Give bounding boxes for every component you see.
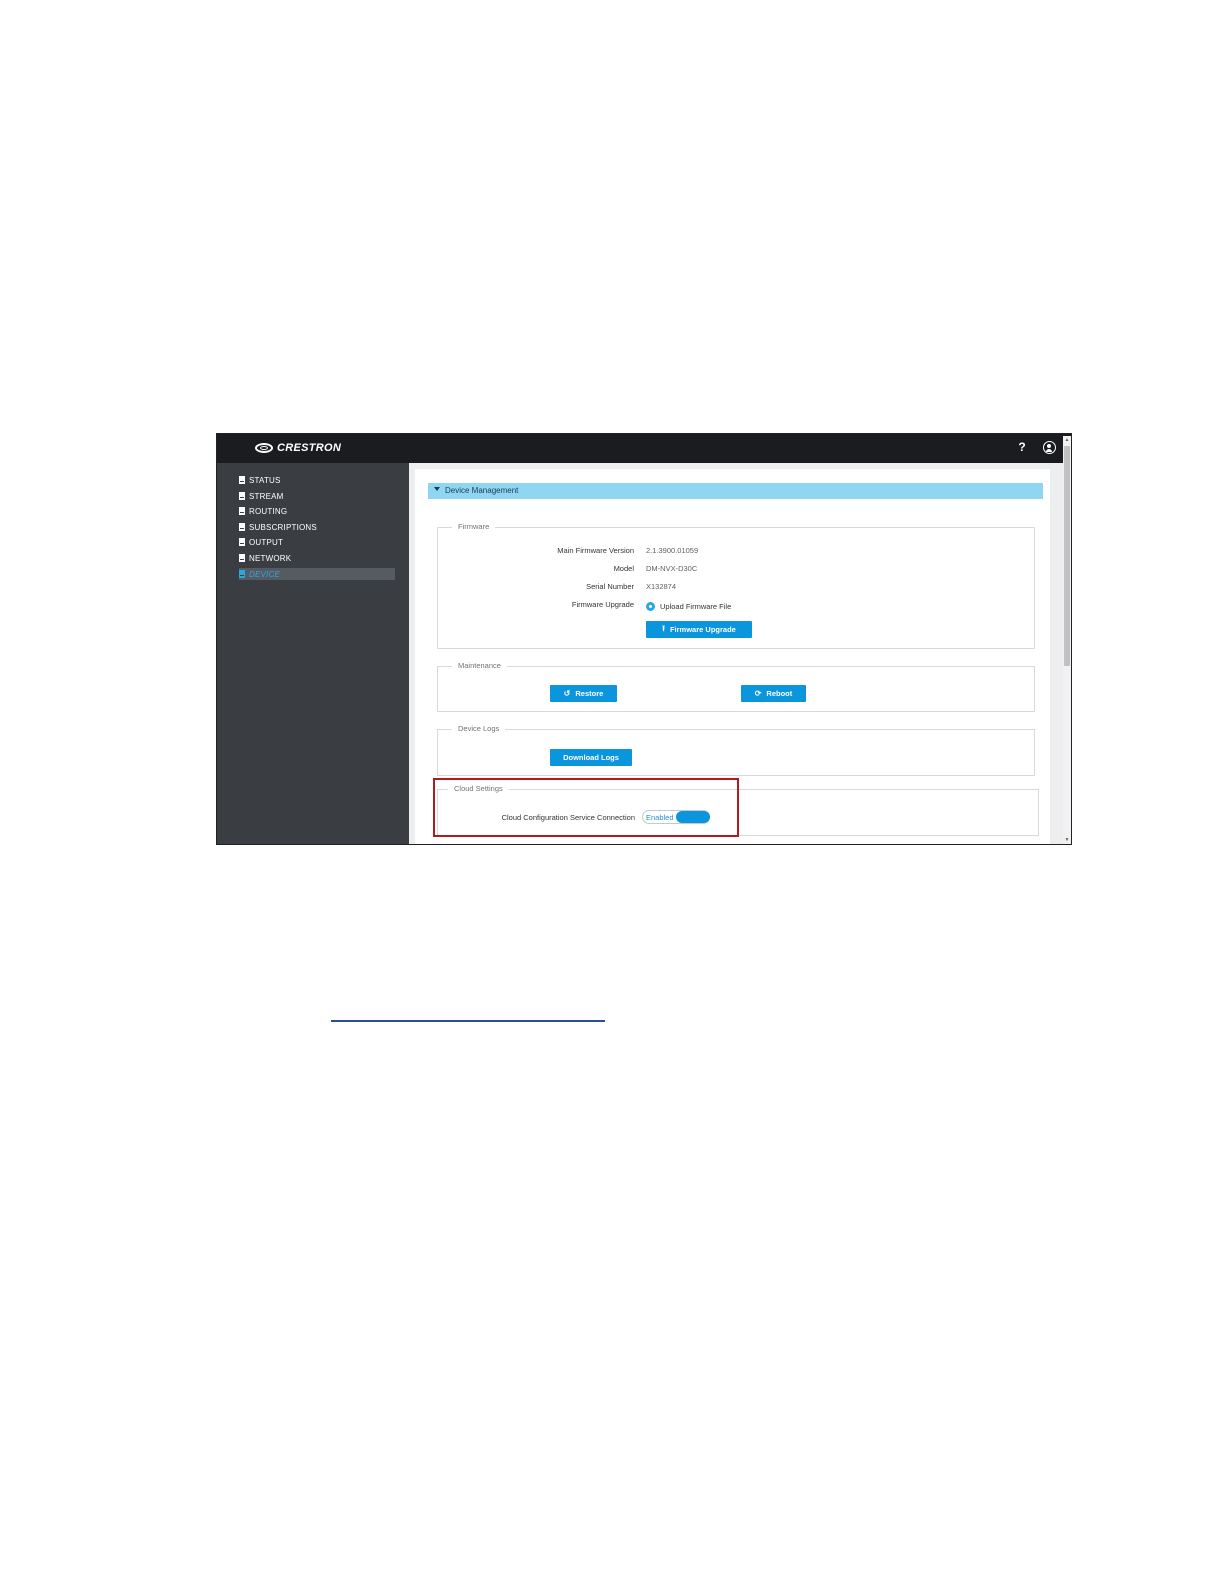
sidebar-item-routing[interactable]: ROUTING (239, 505, 287, 517)
button-label: Download Logs (563, 753, 619, 762)
document-link-underline[interactable] (331, 1020, 605, 1022)
model-label: Model (613, 564, 634, 573)
caret-down-icon (434, 487, 440, 491)
button-label: Firmware Upgrade (669, 625, 736, 634)
sidebar-item-label: OUTPUT (249, 537, 284, 547)
page-icon (239, 507, 245, 515)
sidebar: STATUS STREAM ROUTING SUBSCRIPTIONS OUTP… (217, 463, 409, 844)
serial-number-value: X132874 (646, 582, 677, 591)
restore-icon: ↺ (563, 689, 571, 698)
crestron-logo: CRESTRON (255, 440, 341, 456)
sidebar-item-label: NETWORK (249, 553, 292, 563)
sidebar-item-status[interactable]: STATUS (239, 474, 281, 486)
page-icon (239, 554, 245, 562)
user-circle-icon[interactable] (1043, 441, 1056, 454)
maintenance-fieldset: Maintenance (437, 661, 1035, 712)
main-firmware-version-label: Main Firmware Version (557, 546, 634, 555)
scrollbar-thumb[interactable] (1064, 446, 1070, 666)
device-logs-fieldset: Device Logs (437, 724, 1035, 776)
page-icon (239, 538, 245, 546)
sidebar-item-device[interactable]: DEVICE (239, 568, 395, 580)
main-firmware-version-value: 2.1.3900.01059 (646, 546, 699, 555)
scroll-up-icon[interactable]: ▲ (1064, 437, 1070, 443)
page-icon (239, 476, 245, 484)
page-icon (239, 523, 245, 531)
firmware-upgrade-label: Firmware Upgrade (571, 600, 634, 609)
maintenance-legend: Maintenance (452, 661, 507, 670)
model-value: DM-NVX-D30C (646, 564, 698, 573)
restore-button[interactable]: ↺ Restore (550, 685, 617, 702)
sidebar-item-label: DEVICE (249, 569, 280, 579)
brand-name: CRESTRON (277, 442, 342, 454)
device-management-header[interactable]: Device Management (428, 483, 1043, 499)
firmware-upgrade-button[interactable]: ⭱ Firmware Upgrade (646, 621, 752, 638)
section-title: Device Management (445, 486, 519, 495)
sidebar-item-label: STREAM (249, 491, 284, 501)
sidebar-item-label: ROUTING (249, 506, 288, 516)
button-label: Restore (575, 689, 604, 698)
device-logs-legend: Device Logs (452, 724, 506, 733)
page-icon (239, 570, 245, 578)
upload-icon: ⭱ (662, 623, 665, 633)
top-bar: CRESTRON ? (217, 434, 1071, 463)
sidebar-item-network[interactable]: NETWORK (239, 552, 291, 564)
question-icon[interactable]: ? (1016, 440, 1028, 454)
sidebar-item-label: SUBSCRIPTIONS (249, 522, 317, 532)
download-logs-button[interactable]: Download Logs (550, 749, 632, 766)
sidebar-item-output[interactable]: OUTPUT (239, 536, 283, 548)
crestron-logo-icon (255, 443, 273, 453)
upload-firmware-radio[interactable] (646, 602, 655, 611)
serial-number-label: Serial Number (586, 582, 634, 591)
scroll-down-icon[interactable]: ▼ (1064, 837, 1070, 843)
upload-firmware-option-label: Upload Firmware File (660, 602, 732, 611)
sidebar-item-stream[interactable]: STREAM (239, 490, 284, 502)
sidebar-item-subscriptions[interactable]: SUBSCRIPTIONS (239, 521, 317, 533)
button-label: Reboot (766, 689, 793, 698)
screenshot-frame: CRESTRON ? STATUS STREAM ROUTING SUBSCRI… (216, 433, 1072, 845)
page-icon (239, 492, 245, 500)
refresh-icon: ⟳ (754, 689, 762, 698)
reboot-button[interactable]: ⟳ Reboot (741, 685, 806, 702)
sidebar-item-label: STATUS (249, 475, 281, 485)
callout-highlight-box (433, 778, 739, 837)
firmware-legend: Firmware (452, 522, 496, 531)
